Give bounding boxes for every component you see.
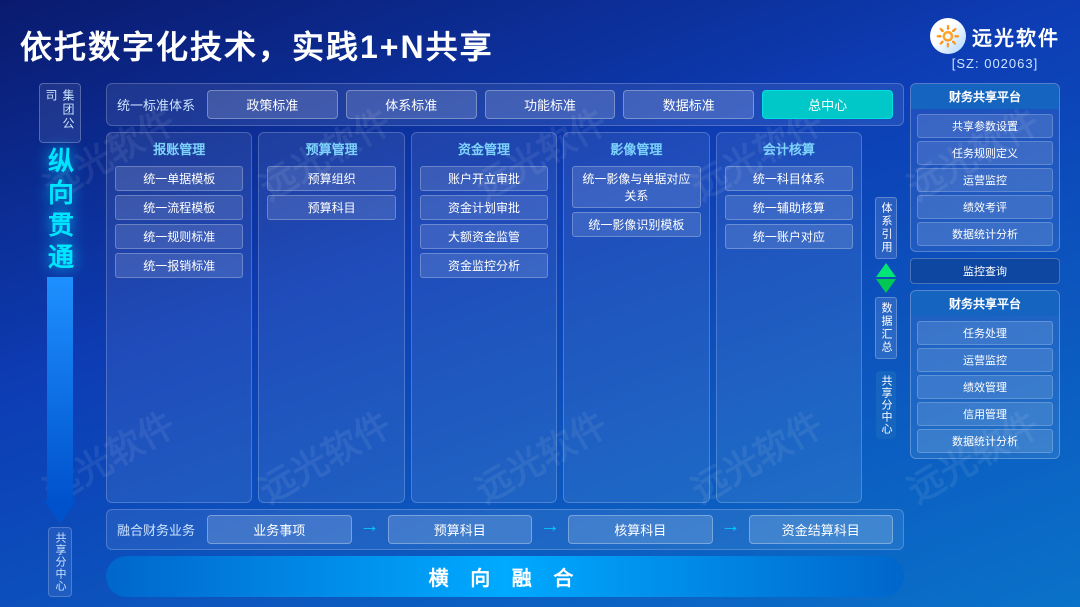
module-kuaiji-item-1: 统一辅助核算 — [725, 195, 853, 220]
arrow-head — [44, 501, 76, 523]
module-kuaiji-item-0: 统一科目体系 — [725, 166, 853, 191]
module-kuaiji-item-2: 统一账户对应 — [725, 224, 853, 249]
module-zijin-item-2: 大额资金监管 — [420, 224, 548, 249]
fusion-item-0: 业务事项 — [207, 515, 352, 544]
bottom-row: 融合财务业务 业务事项 → 预算科目 → 核算科目 → 资金结算科目 横 向 融… — [106, 509, 904, 597]
share-center-label: 共享分中心 — [48, 527, 72, 597]
modules-row: 报账管理 统一单据模板 统一流程模板 统一规则标准 统一报销标准 预算管理 预算… — [106, 132, 904, 503]
header: 依托数字化技术，实践1+N共享 🔆 远光软件 [SZ: 002063] — [20, 18, 1060, 71]
right-panel-bottom-item-2: 绩效管理 — [917, 375, 1053, 399]
module-yusuan-item-0: 预算组织 — [267, 166, 395, 191]
standard-item-center: 总中心 — [762, 90, 893, 119]
fusion-arrow-1: → — [360, 515, 380, 544]
vertical-through-box: 纵向贯通 — [42, 147, 79, 523]
right-panel-bottom-item-3: 信用管理 — [917, 402, 1053, 426]
group-company-label: 集团公司 — [39, 83, 81, 143]
module-baozhan-item-2: 统一规则标准 — [115, 224, 243, 249]
module-zijin-item-3: 资金监控分析 — [420, 253, 548, 278]
module-yingxiang-item-1: 统一影像识别模板 — [572, 212, 700, 237]
module-yingxiang-title: 影像管理 — [572, 139, 700, 158]
module-yingxiang-item-0: 统一影像与单据对应关系 — [572, 166, 700, 208]
logo-code: [SZ: 002063] — [952, 56, 1038, 71]
mid-vertical: 体系引用 数据汇总 共享分中心 — [868, 132, 904, 503]
content-wrapper: 集团公司 纵向贯通 共享分中心 统一标准体系 政策标准 体系标准 功能标准 数据… — [20, 83, 1060, 597]
fusion-item-2: 核算科目 — [568, 515, 713, 544]
logo-area: 🔆 远光软件 [SZ: 002063] — [930, 18, 1060, 71]
standard-item-system: 体系标准 — [346, 90, 477, 119]
module-zijin-title: 资金管理 — [420, 139, 548, 158]
center-content: 统一标准体系 政策标准 体系标准 功能标准 数据标准 总中心 报账管理 统一单据… — [106, 83, 904, 597]
module-yusuan-title: 预算管理 — [267, 139, 395, 158]
module-baozhan-item-0: 统一单据模板 — [115, 166, 243, 191]
mid-vert-label-top: 体系引用 — [875, 197, 897, 259]
standard-row: 统一标准体系 政策标准 体系标准 功能标准 数据标准 总中心 — [106, 83, 904, 126]
arrow-up-icon — [876, 263, 896, 277]
arrow-up-down — [876, 263, 896, 293]
right-panel-top-item-3: 绩效考评 — [917, 195, 1053, 219]
module-kuaiji: 会计核算 统一科目体系 统一辅助核算 统一账户对应 — [716, 132, 862, 503]
right-panel-top: 财务共享平台 共享参数设置 任务规则定义 运营监控 绩效考评 数据统计分析 — [910, 83, 1060, 252]
module-baozhan-title: 报账管理 — [115, 139, 243, 158]
logo-name: 远光软件 — [972, 22, 1060, 51]
module-baozhan: 报账管理 统一单据模板 统一流程模板 统一规则标准 统一报销标准 — [106, 132, 252, 503]
module-baozhan-item-1: 统一流程模板 — [115, 195, 243, 220]
module-yingxiang: 影像管理 统一影像与单据对应关系 统一影像识别模板 — [563, 132, 709, 503]
fusion-arrow-2: → — [540, 515, 560, 544]
left-column: 集团公司 纵向贯通 共享分中心 — [20, 83, 100, 597]
fusion-row: 融合财务业务 业务事项 → 预算科目 → 核算科目 → 资金结算科目 — [106, 509, 904, 550]
fusion-items: 业务事项 → 预算科目 → 核算科目 → 资金结算科目 — [207, 515, 893, 544]
logo-symbol: 🔆 — [930, 18, 966, 54]
right-panels: 财务共享平台 共享参数设置 任务规则定义 运营监控 绩效考评 数据统计分析 监控… — [910, 83, 1060, 597]
main-container: 依托数字化技术，实践1+N共享 🔆 远光软件 [SZ: 002063] 集团公司… — [0, 0, 1080, 607]
horizontal-merge-banner: 横 向 融 合 — [106, 556, 904, 597]
right-panel-top-item-1: 任务规则定义 — [917, 141, 1053, 165]
right-panel-top-item-2: 运营监控 — [917, 168, 1053, 192]
standard-item-policy: 政策标准 — [207, 90, 338, 119]
mid-vert-label-bottom: 数据汇总 — [875, 297, 897, 359]
module-zijin: 资金管理 账户开立审批 资金计划审批 大额资金监管 资金监控分析 — [411, 132, 557, 503]
right-panel-bottom-item-4: 数据统计分析 — [917, 429, 1053, 453]
share-center-mid-label: 共享分中心 — [876, 371, 896, 439]
arrow-shaft — [47, 277, 73, 501]
fusion-item-1: 预算科目 — [388, 515, 533, 544]
right-panel-bottom-items: 任务处理 运营监控 绩效管理 信用管理 数据统计分析 — [911, 316, 1059, 458]
right-panel-bottom-title: 财务共享平台 — [911, 291, 1059, 316]
standard-items: 政策标准 体系标准 功能标准 数据标准 总中心 — [207, 90, 893, 119]
module-kuaiji-title: 会计核算 — [725, 139, 853, 158]
module-baozhan-item-3: 统一报销标准 — [115, 253, 243, 278]
standard-label: 统一标准体系 — [117, 95, 197, 114]
fusion-label: 融合财务业务 — [117, 520, 197, 539]
down-arrow-big — [44, 277, 76, 523]
vertical-through-label: 纵向贯通 — [42, 147, 79, 275]
module-zijin-item-0: 账户开立审批 — [420, 166, 548, 191]
fusion-item-3: 资金结算科目 — [749, 515, 894, 544]
fusion-arrow-3: → — [721, 515, 741, 544]
standard-item-data: 数据标准 — [623, 90, 754, 119]
standard-item-function: 功能标准 — [485, 90, 616, 119]
module-yusuan-item-1: 预算科目 — [267, 195, 395, 220]
arrow-down-icon — [876, 279, 896, 293]
right-panel-bottom: 财务共享平台 任务处理 运营监控 绩效管理 信用管理 数据统计分析 — [910, 290, 1060, 459]
right-panel-bottom-item-1: 运营监控 — [917, 348, 1053, 372]
page-title: 依托数字化技术，实践1+N共享 — [20, 22, 494, 68]
right-panel-top-title: 财务共享平台 — [911, 84, 1059, 109]
logo-icon: 🔆 远光软件 — [930, 18, 1060, 54]
right-panel-top-items: 共享参数设置 任务规则定义 运营监控 绩效考评 数据统计分析 — [911, 109, 1059, 251]
right-panel-bottom-item-0: 任务处理 — [917, 321, 1053, 345]
right-panel-top-item-4: 数据统计分析 — [917, 222, 1053, 246]
module-yusuan: 预算管理 预算组织 预算科目 — [258, 132, 404, 503]
module-zijin-item-1: 资金计划审批 — [420, 195, 548, 220]
right-panel-top-item-0: 共享参数设置 — [917, 114, 1053, 138]
monitor-label: 监控查询 — [910, 258, 1060, 284]
